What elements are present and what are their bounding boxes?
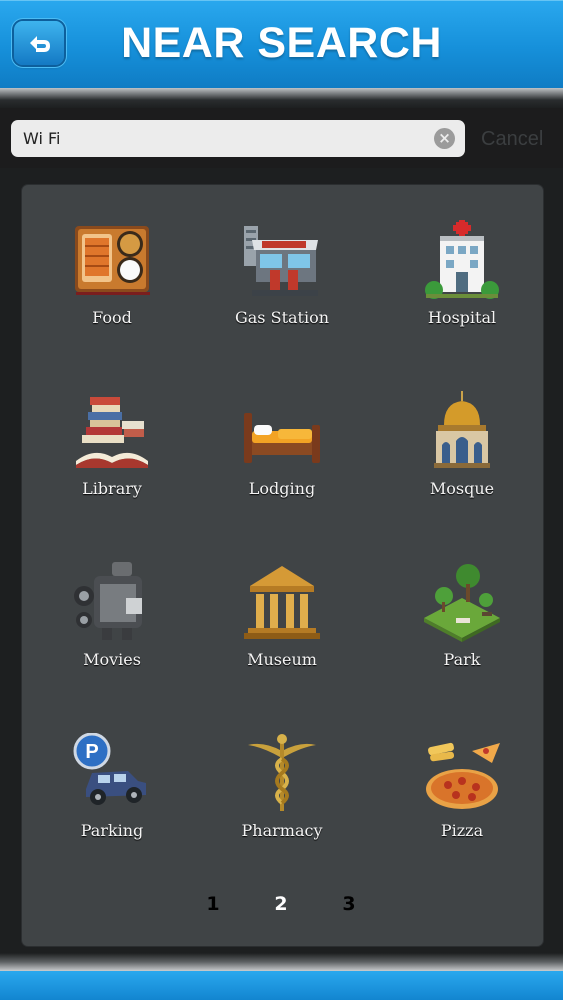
footer-divider	[0, 953, 563, 971]
category-movies[interactable]: Movies	[22, 562, 202, 702]
category-food[interactable]: Food	[22, 220, 202, 360]
category-gas-station[interactable]: Gas Station	[192, 220, 372, 360]
category-grid: Food Gas Station Hospital Library Lodgin…	[22, 185, 543, 946]
search-bar: × Cancel	[0, 108, 563, 168]
category-hospital[interactable]: Hospital	[372, 220, 552, 360]
category-label: Museum	[247, 650, 317, 669]
category-label: Park	[443, 650, 481, 669]
gas-station-icon	[244, 226, 318, 296]
books-icon	[76, 397, 148, 468]
category-label: Lodging	[248, 479, 316, 498]
category-park[interactable]: Park	[372, 562, 552, 702]
hospital-icon	[425, 220, 499, 299]
category-mosque[interactable]: Mosque	[372, 391, 552, 531]
search-input[interactable]	[11, 120, 465, 157]
page-3-link[interactable]: 3	[334, 893, 364, 915]
category-pharmacy[interactable]: Pharmacy	[192, 733, 372, 873]
category-pizza[interactable]: Pizza	[372, 733, 552, 873]
page-title: NEAR SEARCH	[121, 19, 442, 67]
footer-bar	[0, 971, 563, 1000]
pizza-icon	[426, 742, 500, 809]
category-lodging[interactable]: Lodging	[192, 391, 372, 531]
category-parking[interactable]: P Parking	[22, 733, 202, 873]
header-divider	[0, 88, 563, 108]
category-label: Pharmacy	[241, 821, 323, 840]
category-label: Pizza	[440, 821, 484, 840]
clear-icon[interactable]: ×	[434, 128, 455, 149]
category-label: Gas Station	[234, 308, 330, 327]
caduceus-icon	[248, 734, 316, 811]
cancel-button[interactable]: Cancel	[481, 128, 543, 151]
category-label: Movies	[83, 650, 141, 669]
category-museum[interactable]: Museum	[192, 562, 372, 702]
museum-icon	[244, 566, 320, 639]
mosque-icon	[434, 391, 490, 468]
category-library[interactable]: Library	[22, 391, 202, 531]
film-camera-icon	[74, 562, 142, 640]
category-label: Parking	[80, 821, 144, 840]
category-label: Library	[82, 479, 142, 498]
park-icon	[424, 564, 500, 642]
category-label: Mosque	[429, 479, 495, 498]
page-1-link[interactable]: 1	[198, 893, 228, 915]
svg-text:P: P	[85, 741, 98, 763]
parking-car-icon: P	[73, 733, 146, 805]
category-label: Food	[92, 308, 132, 327]
header-bar: NEAR SEARCH	[0, 0, 563, 88]
food-tray-icon	[75, 226, 150, 295]
bed-icon	[244, 413, 320, 463]
category-label: Hospital	[427, 308, 497, 327]
page-2-link[interactable]: 2	[266, 893, 296, 915]
